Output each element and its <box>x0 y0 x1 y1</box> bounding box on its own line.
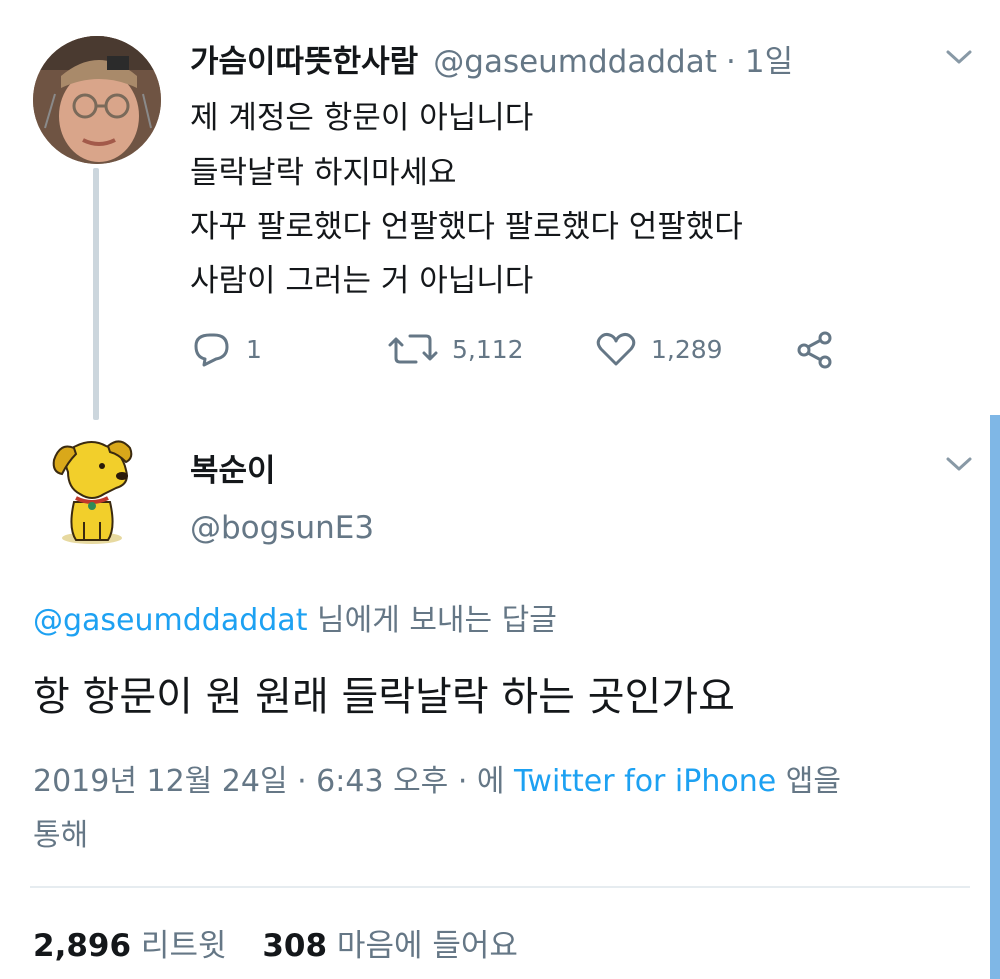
tweet-stats: 2,896 리트윗 308 마음에 들어요 <box>33 920 518 965</box>
retweets-label: 리트윗 <box>140 928 227 964</box>
replying-to-suffix: 님에게 보내는 답글 <box>317 603 557 638</box>
retweet-button[interactable]: 5,112 <box>388 330 524 368</box>
reply-icon <box>194 333 229 367</box>
likes-label: 마음에 들어요 <box>336 928 518 964</box>
chevron-down-icon <box>946 50 972 64</box>
reply-user-handle[interactable]: @bogsunE3 <box>190 510 374 546</box>
tweet-text-line-2: 들락날락 하지마세요 <box>190 155 457 191</box>
retweet-count: 5,112 <box>452 334 524 364</box>
reply-user-avatar[interactable] <box>46 432 142 548</box>
retweets-stat[interactable]: 2,896 리트윗 <box>33 928 236 964</box>
reply-tweet-menu-button[interactable] <box>945 455 973 477</box>
chevron-down-icon <box>946 457 972 471</box>
reply-count: 1 <box>246 334 262 364</box>
tweet-source-suffix: 앱을 <box>785 764 841 799</box>
reply-tweet-text: 항 항문이 원 원래 들락날락 하는 곳인가요 <box>33 674 735 720</box>
like-icon <box>596 332 636 366</box>
separator-dot: · <box>725 44 736 80</box>
replying-to-link[interactable]: @gaseumddaddat <box>33 603 307 638</box>
user-avatar[interactable] <box>33 36 161 164</box>
tweet-text-line-1: 제 계정은 항문이 아닙니다 <box>190 100 534 136</box>
thread-line <box>93 168 99 420</box>
tweet-timestamp[interactable]: 2019년 12월 24일 · 6:43 오후 · 에 <box>33 764 505 799</box>
tweet-menu-button[interactable] <box>945 48 973 70</box>
tweet-header: 가슴이따뜻한사람 @gaseumddaddat · 1일 <box>190 36 793 81</box>
like-count: 1,289 <box>651 334 723 364</box>
likes-count: 308 <box>262 928 328 964</box>
dog-avatar-icon <box>52 440 133 544</box>
scrollbar[interactable] <box>990 415 1000 979</box>
tweet-source-suffix-line-2: 통해 <box>33 818 89 853</box>
tweet-source-link[interactable]: Twitter for iPhone <box>514 764 776 799</box>
like-button[interactable]: 1,289 <box>595 330 723 368</box>
share-button[interactable] <box>795 330 835 370</box>
tweet-time[interactable]: 1일 <box>745 44 793 80</box>
tweet-timestamp-line: 2019년 12월 24일 · 6:43 오후 · 에 Twitter for … <box>33 756 841 800</box>
likes-stat[interactable]: 308 마음에 들어요 <box>262 928 518 964</box>
user-handle[interactable]: @gaseumddaddat <box>433 44 717 80</box>
share-icon <box>797 331 832 369</box>
divider <box>30 886 970 888</box>
tweet-text-line-3: 자꾸 팔로했다 언팔했다 팔로했다 언팔했다 <box>190 209 743 245</box>
retweets-count: 2,896 <box>33 928 132 964</box>
display-name[interactable]: 가슴이따뜻한사람 <box>190 44 418 80</box>
reply-button[interactable]: 1 <box>190 330 262 368</box>
avatar-icon <box>33 36 161 164</box>
reply-display-name[interactable]: 복순이 <box>190 445 276 490</box>
retweet-icon <box>388 334 438 364</box>
replying-to: @gaseumddaddat 님에게 보내는 답글 <box>33 595 557 639</box>
tweet-text-line-4: 사람이 그러는 거 아닙니다 <box>190 263 534 299</box>
